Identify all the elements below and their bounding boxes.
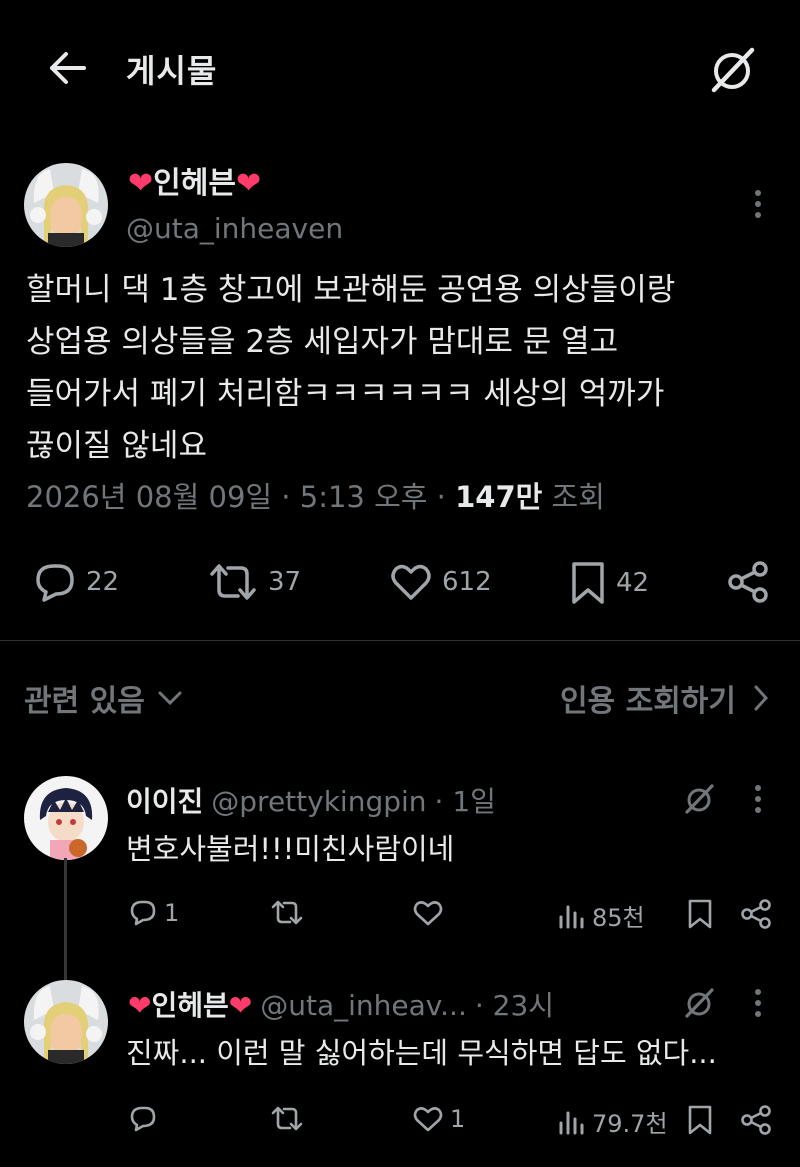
share-icon	[741, 899, 771, 929]
analytics-icon	[559, 905, 584, 928]
like-button[interactable]: 612	[388, 560, 492, 604]
avatar-image	[24, 980, 108, 1064]
bookmark-icon	[688, 1105, 712, 1135]
reply-count: 1	[164, 899, 180, 927]
more-vertical-icon	[755, 989, 761, 1017]
more-options-button[interactable]	[748, 988, 768, 1018]
heart-emoji-icon: ❤	[128, 989, 152, 1022]
repost-icon	[210, 564, 256, 600]
quotes-label: 인용 조회하기	[559, 684, 736, 719]
bookmark-button[interactable]	[686, 898, 714, 930]
heart-icon	[413, 901, 443, 926]
related-sort-dropdown[interactable]: 관련 있음	[24, 676, 183, 720]
author-name[interactable]: ❤인헤븐❤	[128, 158, 261, 202]
share-button[interactable]	[726, 560, 770, 604]
more-vertical-icon	[755, 190, 761, 218]
repost-icon	[271, 1106, 303, 1131]
post-text-line: 상업용 의상들을 2층 세입자가 맘대로 문 열고	[26, 324, 619, 360]
share-icon	[728, 561, 768, 603]
repost-button[interactable]	[270, 1104, 310, 1134]
more-options-button[interactable]	[748, 188, 768, 220]
views-button[interactable]: 85천	[558, 898, 645, 933]
reply-time[interactable]: · 23시	[475, 984, 554, 1024]
like-count: 612	[442, 567, 492, 597]
reply-button[interactable]: 22	[32, 560, 119, 604]
related-label: 관련 있음	[24, 684, 145, 719]
reply-icon	[130, 1106, 156, 1132]
bookmark-icon	[688, 899, 712, 929]
chevron-right-icon	[754, 685, 769, 711]
reply-author-handle[interactable]: @uta_inheav...	[260, 989, 467, 1022]
analytics-icon	[559, 1111, 584, 1134]
post-text-line: 끊이질 않네요	[26, 428, 207, 464]
reply-count: 22	[86, 567, 120, 597]
heart-emoji-icon: ❤	[128, 166, 154, 201]
more-options-button[interactable]	[748, 784, 768, 814]
bookmark-button[interactable]	[686, 1104, 714, 1136]
grok-icon	[685, 988, 714, 1018]
arrow-left-icon	[50, 52, 86, 84]
post-text-line: 들어가서 폐기 처리함ㅋㅋㅋㅋㅋㅋ 세상의 억까가	[26, 376, 665, 412]
reply-icon	[130, 900, 156, 926]
author-avatar[interactable]	[24, 163, 108, 247]
reply-time[interactable]: · 1일	[435, 780, 496, 820]
grok-icon	[711, 47, 755, 93]
avatar-image	[24, 776, 108, 860]
page-title: 게시물	[126, 52, 218, 90]
reply-header: ❤인헤븐❤ @uta_inheav... · 23시	[128, 984, 554, 1024]
reply-author-name[interactable]: ❤인헤븐❤	[128, 984, 252, 1024]
bookmark-button[interactable]: 42	[568, 560, 649, 606]
reply-button[interactable]: 1	[128, 898, 179, 928]
like-button[interactable]: 1	[412, 1104, 465, 1134]
repost-icon	[271, 900, 303, 925]
post-text-line: 할머니 댁 1층 창고에 보관해둔 공연용 의상들이랑	[26, 272, 676, 308]
share-button[interactable]	[740, 898, 772, 930]
divider	[0, 640, 800, 641]
repost-button[interactable]	[270, 898, 310, 928]
heart-icon	[413, 1107, 443, 1132]
reply-button[interactable]	[128, 1104, 164, 1134]
views-label: 조회	[551, 480, 605, 514]
back-button[interactable]	[44, 48, 90, 88]
view-count: 79.7천	[592, 1110, 668, 1138]
heart-emoji-icon: ❤	[228, 989, 253, 1022]
reply-text: 변호사불러!!!미친사람이네	[126, 832, 455, 866]
repost-count: 37	[268, 567, 302, 597]
reply-author-name[interactable]: 이이진	[126, 780, 203, 820]
heart-icon	[391, 564, 431, 600]
heart-emoji-icon: ❤	[235, 166, 262, 201]
post-text: 할머니 댁 1층 창고에 보관해둔 공연용 의상들이랑 상업용 의상들을 2층 …	[26, 264, 786, 472]
reply-avatar[interactable]	[24, 980, 108, 1064]
like-count: 1	[450, 1105, 466, 1133]
views-button[interactable]: 79.7천	[558, 1104, 668, 1139]
share-button[interactable]	[740, 1104, 772, 1136]
chevron-down-icon	[158, 691, 182, 706]
thread-line	[64, 858, 67, 982]
post-timestamp[interactable]: 2026년 08월 09일 · 5:13 오후 ·	[26, 480, 455, 514]
more-vertical-icon	[755, 785, 761, 813]
reply-text: 진짜... 이런 말 싫어하는데 무식하면 답도 없다...	[126, 1036, 717, 1070]
view-count: 85천	[592, 904, 645, 932]
author-handle[interactable]: @uta_inheaven	[126, 212, 343, 245]
grok-button[interactable]	[706, 44, 758, 96]
reply-avatar[interactable]	[24, 776, 108, 860]
like-button[interactable]	[412, 898, 450, 928]
grok-icon	[685, 784, 714, 814]
reply-header: 이이진 @prettykingpin · 1일	[126, 780, 496, 820]
bookmark-icon	[572, 562, 604, 604]
avatar-image	[24, 163, 108, 247]
reply-author-handle[interactable]: @prettykingpin	[211, 785, 426, 818]
view-quotes-link[interactable]: 인용 조회하기	[560, 676, 770, 720]
share-icon	[741, 1105, 771, 1135]
reply-icon	[36, 564, 74, 602]
views-count: 147만	[455, 480, 543, 514]
post-meta: 2026년 08월 09일 · 5:13 오후 · 147만 조회	[26, 474, 605, 516]
grok-button[interactable]	[682, 986, 716, 1020]
bookmark-count: 42	[616, 568, 650, 598]
grok-button[interactable]	[682, 782, 716, 816]
repost-button[interactable]: 37	[206, 560, 301, 604]
